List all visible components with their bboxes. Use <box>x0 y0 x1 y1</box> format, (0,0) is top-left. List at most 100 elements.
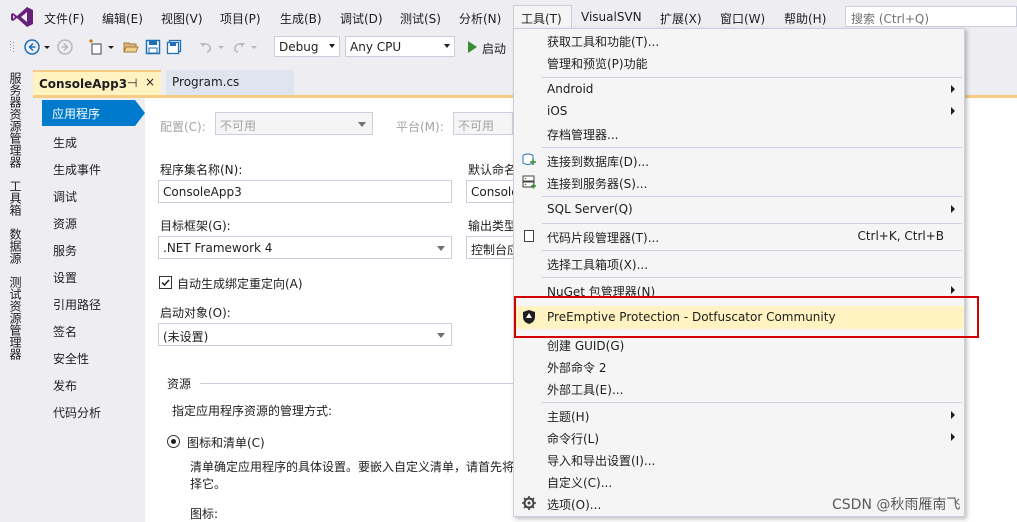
menu-separator <box>542 196 962 197</box>
menu-item-theme[interactable]: 主题(H) <box>514 404 964 426</box>
nav-item-code-analysis[interactable]: 代码分析 <box>53 404 101 421</box>
platform-select-value: 不可用 <box>458 119 495 133</box>
menu-item-external-tools[interactable]: 外部工具(E)... <box>514 377 964 399</box>
nav-item-build-events[interactable]: 生成事件 <box>53 161 101 178</box>
icon-manifest-radio[interactable] <box>167 435 180 448</box>
output-type-select[interactable]: 控制台应 <box>466 236 516 259</box>
menu-item-archive-manager[interactable]: 存档管理器... <box>514 122 964 144</box>
menu-view[interactable]: 视图(V) <box>161 10 203 27</box>
target-framework-select[interactable]: .NET Framework 4 <box>158 236 452 259</box>
forward-icon[interactable] <box>57 39 73 55</box>
submenu-arrow-icon <box>951 107 955 115</box>
tab-title: ConsoleApp3 <box>39 77 128 91</box>
nav-item-resources[interactable]: 资源 <box>53 215 77 232</box>
nav-item-security[interactable]: 安全性 <box>53 350 89 367</box>
menu-item-ios[interactable]: iOS <box>514 100 964 122</box>
menu-analyze[interactable]: 分析(N) <box>459 10 501 27</box>
assembly-name-input[interactable]: ConsoleApp3 <box>158 180 452 203</box>
default-namespace-input[interactable]: Console <box>466 180 516 203</box>
nav-item-settings[interactable]: 设置 <box>53 269 77 286</box>
nav-item-build[interactable]: 生成 <box>53 134 77 151</box>
menu-debug[interactable]: 调试(D) <box>340 10 383 27</box>
menu-item-sql-server[interactable]: SQL Server(Q) <box>514 198 964 220</box>
menu-item-manage-preview[interactable]: 管理和预览(P)功能 <box>514 51 964 73</box>
menu-edit[interactable]: 编辑(E) <box>102 10 143 27</box>
menu-item-label: 自定义(C)... <box>547 476 613 490</box>
config-dropdown[interactable]: Debug <box>274 36 340 57</box>
tab-program-cs[interactable]: Program.cs <box>166 70 294 95</box>
submenu-arrow-icon <box>951 286 955 294</box>
menu-item-android[interactable]: Android <box>514 78 964 100</box>
rail-tab-test-explorer[interactable]: 测试资源管理器 <box>8 276 24 360</box>
menu-test[interactable]: 测试(S) <box>400 10 441 27</box>
manifest-description-cont: 择它。 <box>190 477 227 491</box>
menu-visualsvn[interactable]: VisualSVN <box>581 10 642 24</box>
play-icon[interactable] <box>464 39 480 55</box>
submenu-arrow-icon <box>951 433 955 441</box>
undo-dropdown-icon[interactable] <box>218 39 224 55</box>
nav-item-publish[interactable]: 发布 <box>53 377 77 394</box>
menu-item-snippet-manager[interactable]: 代码片段管理器(T)... Ctrl+K, Ctrl+B <box>514 225 964 247</box>
pin-icon[interactable]: ⊣ <box>127 76 137 90</box>
icon-manifest-label: 图标和清单(C) <box>187 436 265 450</box>
tab-consoleapp3[interactable]: ConsoleApp3 ⊣ × <box>33 70 161 95</box>
startup-object-select[interactable]: (未设置) <box>158 323 452 346</box>
menu-separator <box>542 250 962 251</box>
new-project-icon[interactable] <box>88 39 104 55</box>
chevron-down-icon <box>437 333 445 338</box>
back-dropdown-icon[interactable] <box>44 39 50 55</box>
nav-item-services[interactable]: 服务 <box>53 242 77 259</box>
toolbar-grip-icon <box>10 41 14 52</box>
close-icon[interactable]: × <box>145 75 155 89</box>
menu-item-label: 命令行(L) <box>547 432 600 446</box>
start-button[interactable]: 启动 <box>482 40 506 57</box>
property-nav: 应用程序 生成 生成事件 调试 资源 服务 设置 引用路径 签名 安全性 发布 … <box>33 98 145 522</box>
visual-studio-logo <box>11 7 33 27</box>
menu-project[interactable]: 项目(P) <box>220 10 261 27</box>
startup-object-label: 启动对象(O): <box>160 306 231 320</box>
menu-item-connect-server[interactable]: 连接到服务器(S)... <box>514 171 964 193</box>
menu-extensions[interactable]: 扩展(X) <box>660 10 702 27</box>
nav-item-debug[interactable]: 调试 <box>53 188 77 205</box>
redo-dropdown-icon[interactable] <box>251 39 257 55</box>
menu-window[interactable]: 窗口(W) <box>720 10 765 27</box>
undo-icon[interactable] <box>198 39 214 55</box>
menu-item-customize[interactable]: 自定义(C)... <box>514 470 964 492</box>
annotation-highlight-box <box>514 296 979 338</box>
new-dropdown-icon[interactable] <box>108 39 114 55</box>
search-input[interactable]: 搜索 (Ctrl+Q) <box>845 6 1017 27</box>
menu-tools[interactable]: 工具(T) <box>521 10 562 27</box>
back-icon[interactable] <box>24 39 40 55</box>
autobind-checkbox[interactable] <box>159 276 172 289</box>
save-all-icon[interactable] <box>166 39 182 55</box>
menu-item-choose-toolbox[interactable]: 选择工具箱项(X)... <box>514 252 964 274</box>
menu-item-connect-database[interactable]: 连接到数据库(D)... <box>514 149 964 171</box>
config-select-value: 不可用 <box>220 119 257 133</box>
menu-item-get-tools[interactable]: 获取工具和功能(T)... <box>514 29 964 51</box>
rail-tab-data-sources[interactable]: 数据源 <box>8 228 24 264</box>
checkmark-icon <box>161 279 170 287</box>
rail-tab-server-explorer[interactable]: 服务器资源管理器 <box>8 72 24 168</box>
menu-separator <box>542 147 962 148</box>
tools-menu: 获取工具和功能(T)... 管理和预览(P)功能 Android iOS 存档管… <box>513 28 965 517</box>
menu-item-command-line[interactable]: 命令行(L) <box>514 426 964 448</box>
nav-item-reference-paths[interactable]: 引用路径 <box>53 296 101 313</box>
assembly-name-label: 程序集名称(N): <box>160 163 243 177</box>
menu-item-label: 选择工具箱项(X)... <box>547 258 649 272</box>
menu-item-external-command-2[interactable]: 外部命令 2 <box>514 355 964 377</box>
save-icon[interactable] <box>145 39 161 55</box>
platform-select[interactable]: 不可用 <box>453 112 513 135</box>
menu-build[interactable]: 生成(B) <box>280 10 322 27</box>
menu-item-import-export[interactable]: 导入和导出设置(I)... <box>514 448 964 470</box>
menu-help[interactable]: 帮助(H) <box>784 10 826 27</box>
open-folder-icon[interactable] <box>123 39 139 55</box>
redo-icon[interactable] <box>231 39 247 55</box>
platform-dropdown[interactable]: Any CPU <box>345 36 455 57</box>
nav-item-application[interactable]: 应用程序 <box>42 100 145 126</box>
rail-tab-toolbox[interactable]: 工具箱 <box>8 180 24 216</box>
menu-item-label: 导入和导出设置(I)... <box>547 454 656 468</box>
menu-file[interactable]: 文件(F) <box>44 10 84 27</box>
config-select[interactable]: 不可用 <box>215 112 373 135</box>
menu-item-label: 连接到数据库(D)... <box>547 155 650 169</box>
nav-item-signing[interactable]: 签名 <box>53 323 77 340</box>
